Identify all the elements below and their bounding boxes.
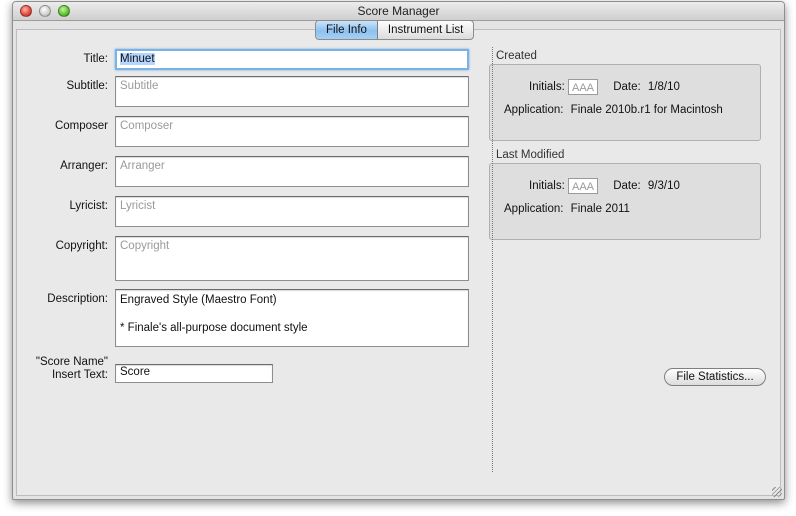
title-field-value: Minuet	[120, 53, 155, 65]
arranger-label: Arranger:	[60, 160, 108, 172]
composer-placeholder: Composer	[120, 120, 174, 132]
description-label: Description:	[47, 293, 108, 305]
modified-date-label: Date:	[613, 180, 641, 193]
created-date-label: Date:	[613, 81, 641, 94]
score-name-insert-text-field[interactable]: Score	[115, 364, 273, 383]
lyricist-field[interactable]: Lyricist	[115, 196, 469, 227]
modified-initials-field[interactable]: AAA	[568, 178, 598, 194]
resize-grip-icon[interactable]	[772, 487, 782, 497]
tab-instrument-list[interactable]: Instrument List	[378, 21, 473, 39]
lyricist-placeholder: Lyricist	[120, 200, 156, 212]
score-name-label-line-1: "Score Name"	[35, 356, 108, 368]
file-statistics-button[interactable]: File Statistics...	[664, 368, 766, 386]
last-modified-heading: Last Modified	[496, 149, 565, 161]
description-line-1: Engraved Style (Maestro Font)	[120, 294, 277, 306]
title-field[interactable]: Minuet	[115, 49, 469, 70]
created-group: Initials: AAA Date: 1/8/10 Application: …	[489, 64, 761, 141]
modified-initials-label: Initials:	[529, 180, 565, 193]
modified-application-label: Application:	[504, 203, 564, 215]
subtitle-field[interactable]: Subtitle	[115, 76, 469, 107]
arranger-placeholder: Arranger	[120, 160, 165, 172]
subtitle-placeholder: Subtitle	[120, 80, 159, 92]
modified-initials-row: Initials: AAA Date: 9/3/10	[529, 178, 680, 194]
modified-date-value: 9/3/10	[647, 180, 680, 193]
created-application-value: Finale 2010b.r1 for Macintosh	[570, 104, 723, 116]
tab-file-info[interactable]: File Info	[316, 21, 378, 39]
composer-field[interactable]: Composer	[115, 116, 469, 147]
description-line-2: * Finale's all-purpose document style	[120, 322, 308, 334]
score-name-label: "Score Name" Insert Text:	[17, 356, 108, 382]
title-label: Title:	[83, 53, 109, 65]
created-application-label: Application:	[504, 104, 564, 116]
column-divider	[492, 47, 494, 472]
subtitle-label: Subtitle:	[66, 80, 108, 92]
title-bar[interactable]: Score Manager	[13, 2, 784, 21]
modified-application-value: Finale 2011	[570, 203, 630, 215]
created-initials-label: Initials:	[529, 81, 565, 94]
last-modified-group: Initials: AAA Date: 9/3/10 Application: …	[489, 163, 761, 240]
score-name-label-line-2: Insert Text:	[51, 369, 108, 381]
copyright-label: Copyright:	[55, 240, 108, 252]
file-info-panel: Title: Minuet Subtitle: Subtitle Compose…	[16, 29, 781, 496]
score-manager-window: Score Manager Title: Minuet Subtitle: Su…	[12, 1, 785, 500]
tab-bar: File Info Instrument List	[315, 20, 475, 40]
created-initials-row: Initials: AAA Date: 1/8/10	[529, 79, 680, 95]
arranger-field[interactable]: Arranger	[115, 156, 469, 187]
copyright-placeholder: Copyright	[120, 240, 170, 252]
description-field[interactable]: Engraved Style (Maestro Font) * Finale's…	[115, 289, 469, 347]
score-name-insert-text-value: Score	[120, 366, 151, 378]
modified-application-row: Application: Finale 2011	[504, 203, 630, 215]
created-date-value: 1/8/10	[647, 81, 680, 94]
created-initials-field[interactable]: AAA	[568, 79, 598, 95]
copyright-field[interactable]: Copyright	[115, 236, 469, 281]
window-title: Score Manager	[357, 4, 440, 18]
composer-label: Composer	[54, 120, 108, 132]
lyricist-label: Lyricist:	[69, 200, 108, 212]
created-application-row: Application: Finale 2010b.r1 for Macinto…	[504, 104, 723, 116]
created-heading: Created	[496, 50, 537, 62]
